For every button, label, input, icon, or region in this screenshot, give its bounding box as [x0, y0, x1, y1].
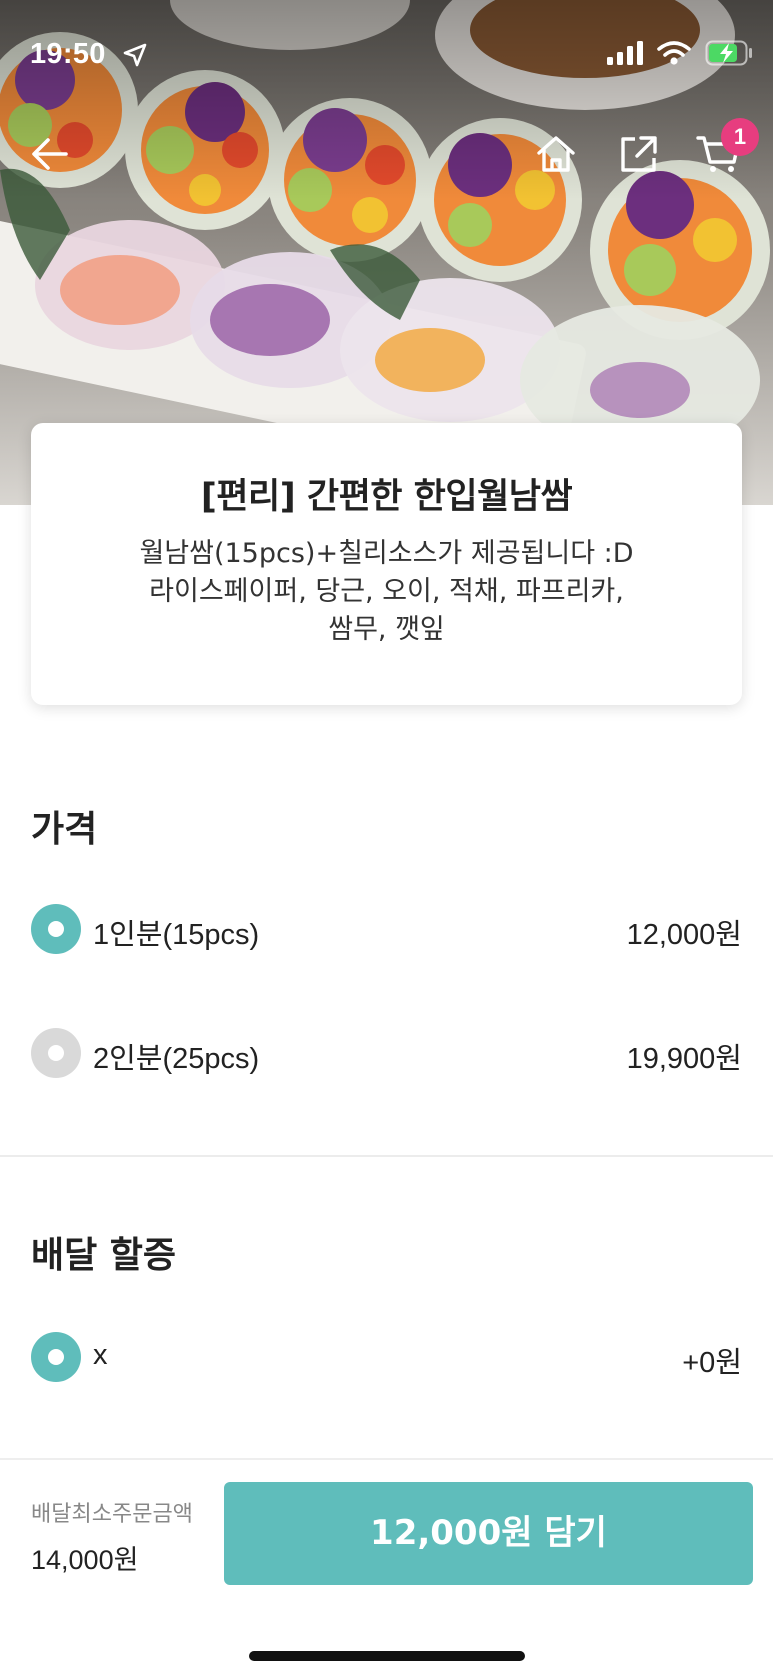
- home-icon: [537, 136, 575, 172]
- delivery-option-1[interactable]: x +0원: [31, 1329, 742, 1385]
- min-order-value: 14,000원: [31, 1545, 139, 1575]
- option-label: 1인분(15pcs): [93, 919, 260, 951]
- bottom-order-bar: 배달최소주문금액 14,000원 12,000원 담기: [0, 1458, 773, 1674]
- option-price: 19,900원: [626, 1043, 742, 1075]
- share-button[interactable]: [611, 126, 667, 182]
- price-section-title: 가격: [31, 809, 98, 850]
- delivery-section-title: 배달 할증: [31, 1235, 177, 1276]
- product-description-line: 월남쌈(15pcs)+칠리소스가 제공됩니다 :D: [139, 538, 634, 569]
- section-divider: [0, 1155, 773, 1157]
- back-arrow-icon: [32, 138, 68, 170]
- radio-selected[interactable]: [31, 904, 81, 954]
- status-bar: 19:50: [0, 0, 773, 112]
- status-icons: [607, 40, 753, 66]
- product-description-line: 쌈무, 깻잎: [328, 614, 445, 645]
- option-label: 2인분(25pcs): [93, 1043, 260, 1075]
- status-time: 19:50: [30, 38, 106, 70]
- battery-charging-icon: [705, 40, 752, 66]
- price-option-2[interactable]: 2인분(25pcs) 19,900원: [31, 1025, 742, 1081]
- radio-unselected[interactable]: [31, 1028, 81, 1078]
- price-option-1[interactable]: 1인분(15pcs) 12,000원: [31, 901, 742, 957]
- home-indicator[interactable]: [249, 1651, 525, 1661]
- product-title: [편리] 간편한 한입월남쌈: [200, 477, 573, 517]
- cart-count-badge: 1: [721, 118, 759, 156]
- option-label: x: [93, 1339, 108, 1371]
- add-to-cart-button[interactable]: 12,000원 담기: [224, 1482, 753, 1585]
- location-arrow-icon: [123, 43, 147, 67]
- wifi-icon: [657, 41, 691, 65]
- min-order-label: 배달최소주문금액: [31, 1502, 193, 1527]
- option-price: 12,000원: [626, 919, 742, 951]
- signal-icon: [607, 41, 643, 65]
- share-icon: [621, 136, 657, 172]
- back-button[interactable]: [22, 126, 78, 182]
- product-description-line: 라이스페이퍼, 당근, 오이, 적채, 파프리카,: [149, 576, 624, 607]
- option-price: +0원: [682, 1347, 742, 1379]
- home-button[interactable]: [528, 126, 584, 182]
- radio-selected[interactable]: [31, 1332, 81, 1382]
- product-info-card: [편리] 간편한 한입월남쌈 월남쌈(15pcs)+칠리소스가 제공됩니다 :D…: [31, 423, 742, 705]
- product-description: 월남쌈(15pcs)+칠리소스가 제공됩니다 :D 라이스페이퍼, 당근, 오이…: [31, 535, 742, 649]
